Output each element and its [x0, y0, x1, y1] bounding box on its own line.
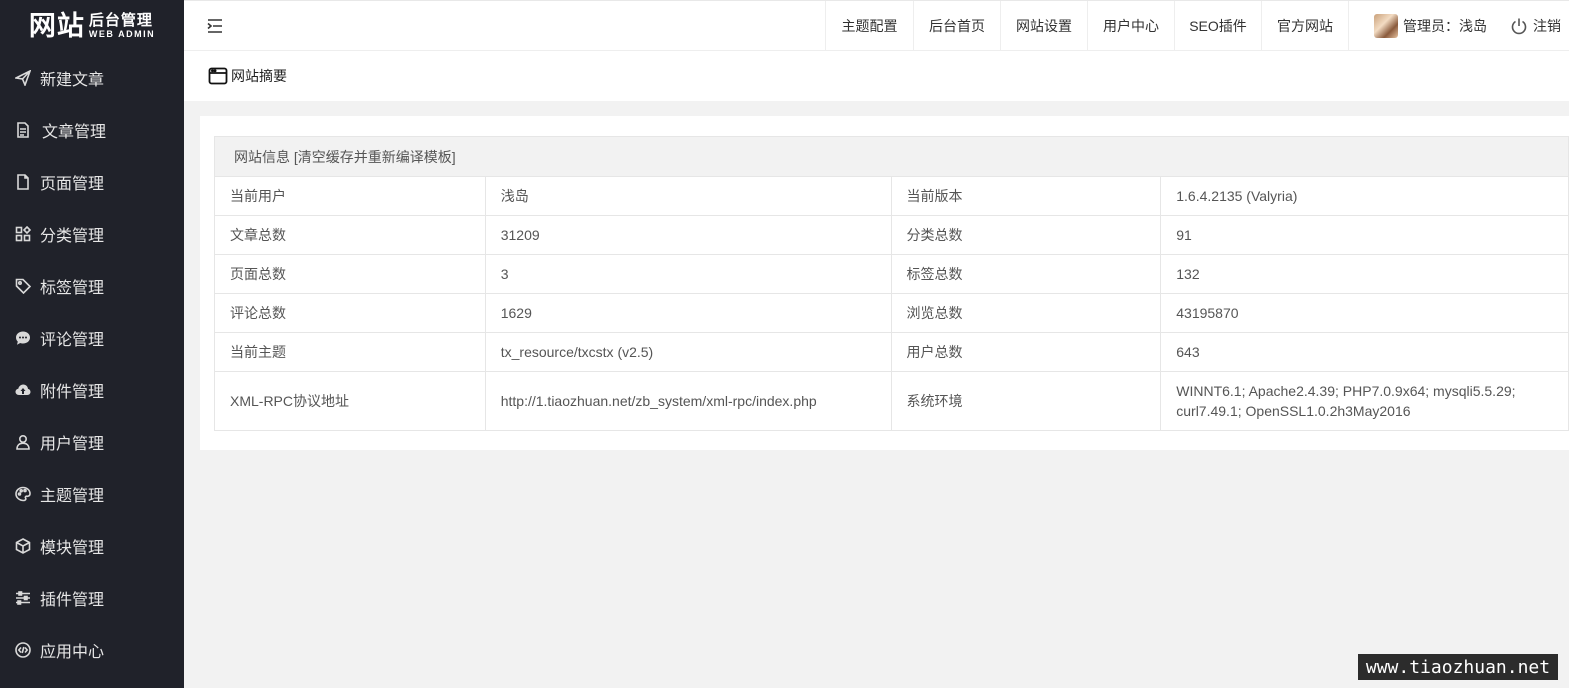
- sidebar-item-label: 分类管理: [40, 228, 105, 245]
- table-row: 页面总数 3 标签总数 132: [214, 254, 1569, 294]
- info-label: 当前用户: [214, 176, 486, 216]
- info-value: 3: [484, 254, 892, 294]
- info-value: 浅岛: [484, 176, 892, 216]
- table-row: 当前用户 浅岛 当前版本 1.6.4.2135 (Valyria): [214, 176, 1569, 216]
- file-icon: [14, 173, 32, 191]
- menu-toggle-button[interactable]: [206, 17, 224, 35]
- info-value: 1629: [484, 293, 892, 333]
- info-label: 页面总数: [214, 254, 486, 294]
- sidebar-item-theme-manage[interactable]: 主题管理: [0, 468, 184, 520]
- brand-logo-main: 网站: [28, 10, 85, 41]
- sidebar-item-label: 标签管理: [40, 280, 105, 297]
- table-header-label[interactable]: 网站信息 [清空缓存并重新编译模板]: [234, 149, 456, 165]
- sidebar-item-label: 主题管理: [40, 488, 105, 505]
- topnav-theme-config[interactable]: 主题配置: [825, 1, 913, 51]
- site-info-table: 网站信息 [清空缓存并重新编译模板] 当前用户 浅岛 当前版本 1.6.4.21…: [214, 136, 1569, 431]
- info-label: 系统环境: [890, 371, 1162, 431]
- user-label: 管理员：浅岛: [1403, 18, 1487, 34]
- info-value: 31209: [484, 215, 892, 255]
- info-value: 91: [1160, 215, 1569, 255]
- brand-logo-english: WEB ADMIN: [88, 29, 156, 39]
- category-grid-icon: [14, 225, 32, 243]
- table-row: 文章总数 31209 分类总数 91: [214, 215, 1569, 255]
- sidebar-item-comment-manage[interactable]: 评论管理: [0, 312, 184, 364]
- info-label: 评论总数: [214, 293, 486, 333]
- info-label: 文章总数: [214, 215, 486, 255]
- sidebar-item-attachment-manage[interactable]: 附件管理: [0, 364, 184, 416]
- sidebar-item-category-manage[interactable]: 分类管理: [0, 208, 184, 260]
- sidebar-item-label: 用户管理: [40, 436, 105, 453]
- logout-button[interactable]: 注销: [1510, 1, 1561, 51]
- table-row: 当前主题 tx_resource/txcstx (v2.5) 用户总数 643: [214, 332, 1569, 372]
- topnav-seo-plugin[interactable]: SEO插件: [1174, 1, 1261, 51]
- sidebar-item-label: 文章管理: [42, 124, 107, 141]
- brand-logo[interactable]: 网站 后台管理 WEB ADMIN: [0, 0, 184, 52]
- logout-label: 注销: [1533, 18, 1561, 34]
- sidebar-item-label: 评论管理: [40, 332, 105, 349]
- sidebar-item-module-manage[interactable]: 模块管理: [0, 520, 184, 572]
- sidebar-item-page-manage[interactable]: 页面管理: [0, 156, 184, 208]
- info-value: 1.6.4.2135 (Valyria): [1160, 176, 1569, 216]
- cloud-upload-icon: [14, 381, 32, 399]
- topnav-site-settings[interactable]: 网站设置: [1000, 1, 1087, 51]
- tag-icon: [14, 277, 32, 295]
- info-value: 43195870: [1160, 293, 1569, 333]
- site-info-card: 网站信息 [清空缓存并重新编译模板] 当前用户 浅岛 当前版本 1.6.4.21…: [200, 116, 1569, 450]
- sidebar-item-label: 新建文章: [40, 72, 105, 89]
- info-label: XML-RPC协议地址: [214, 371, 486, 431]
- table-header[interactable]: 网站信息 [清空缓存并重新编译模板]: [214, 136, 1569, 177]
- sidebar-item-label: 应用中心: [40, 644, 105, 661]
- palette-icon: [14, 485, 32, 503]
- chat-bubble-icon: [14, 329, 32, 347]
- window-icon: [208, 67, 228, 85]
- sidebar-item-new-article[interactable]: 新建文章: [0, 52, 184, 104]
- topnav-user-center[interactable]: 用户中心: [1087, 1, 1174, 51]
- table-row: 评论总数 1629 浏览总数 43195870: [214, 293, 1569, 333]
- sidebar-item-label: 模块管理: [40, 540, 105, 557]
- sidebar-item-label: 页面管理: [40, 176, 105, 193]
- sidebar-item-article-manage[interactable]: 文章管理: [0, 104, 184, 156]
- info-value: tx_resource/txcstx (v2.5): [484, 332, 892, 372]
- topnav-official-site[interactable]: 官方网站: [1261, 1, 1349, 51]
- user-icon: [14, 433, 32, 451]
- sidebar-item-user-manage[interactable]: 用户管理: [0, 416, 184, 468]
- sidebar-item-label: 插件管理: [40, 592, 105, 609]
- info-label: 分类总数: [890, 215, 1162, 255]
- info-label: 浏览总数: [890, 293, 1162, 333]
- sidebar: 网站 后台管理 WEB ADMIN 新建文章 文章管理 页面管理 分类管理 标签…: [0, 0, 184, 688]
- info-label: 当前主题: [214, 332, 486, 372]
- menu-fold-icon: [207, 19, 222, 33]
- document-icon: [14, 121, 32, 139]
- page-title: 网站摘要: [231, 68, 287, 84]
- watermark: www.tiaozhuan.net: [1358, 654, 1558, 680]
- sidebar-item-tag-manage[interactable]: 标签管理: [0, 260, 184, 312]
- cube-icon: [14, 537, 32, 555]
- top-header: 主题配置 后台首页 网站设置 用户中心 SEO插件 官方网站 管理员：浅岛 注销: [184, 0, 1569, 51]
- table-row: XML-RPC协议地址 http://1.tiaozhuan.net/zb_sy…: [214, 371, 1569, 431]
- info-value: 132: [1160, 254, 1569, 294]
- page-title-bar: 网站摘要: [184, 51, 1569, 101]
- sliders-icon: [14, 589, 32, 607]
- info-value: 643: [1160, 332, 1569, 372]
- info-value: http://1.tiaozhuan.net/zb_system/xml-rpc…: [484, 371, 892, 431]
- sidebar-item-label: 附件管理: [40, 384, 105, 401]
- info-value: WINNT6.1; Apache2.4.39; PHP7.0.9x64; mys…: [1160, 371, 1569, 431]
- info-label: 用户总数: [890, 332, 1162, 372]
- top-nav: 主题配置 后台首页 网站设置 用户中心 SEO插件 官方网站: [825, 1, 1349, 51]
- paper-plane-icon: [14, 69, 32, 87]
- sidebar-item-app-center[interactable]: 应用中心: [0, 624, 184, 676]
- info-label: 当前版本: [890, 176, 1162, 216]
- power-icon: [1511, 18, 1527, 35]
- avatar: [1374, 14, 1398, 38]
- code-circle-icon: [14, 641, 32, 659]
- brand-logo-subtitle: 后台管理: [88, 12, 153, 29]
- user-menu[interactable]: 管理员：浅岛: [1374, 1, 1487, 51]
- sidebar-item-plugin-manage[interactable]: 插件管理: [0, 572, 184, 624]
- topnav-admin-home[interactable]: 后台首页: [913, 1, 1000, 51]
- info-label: 标签总数: [890, 254, 1162, 294]
